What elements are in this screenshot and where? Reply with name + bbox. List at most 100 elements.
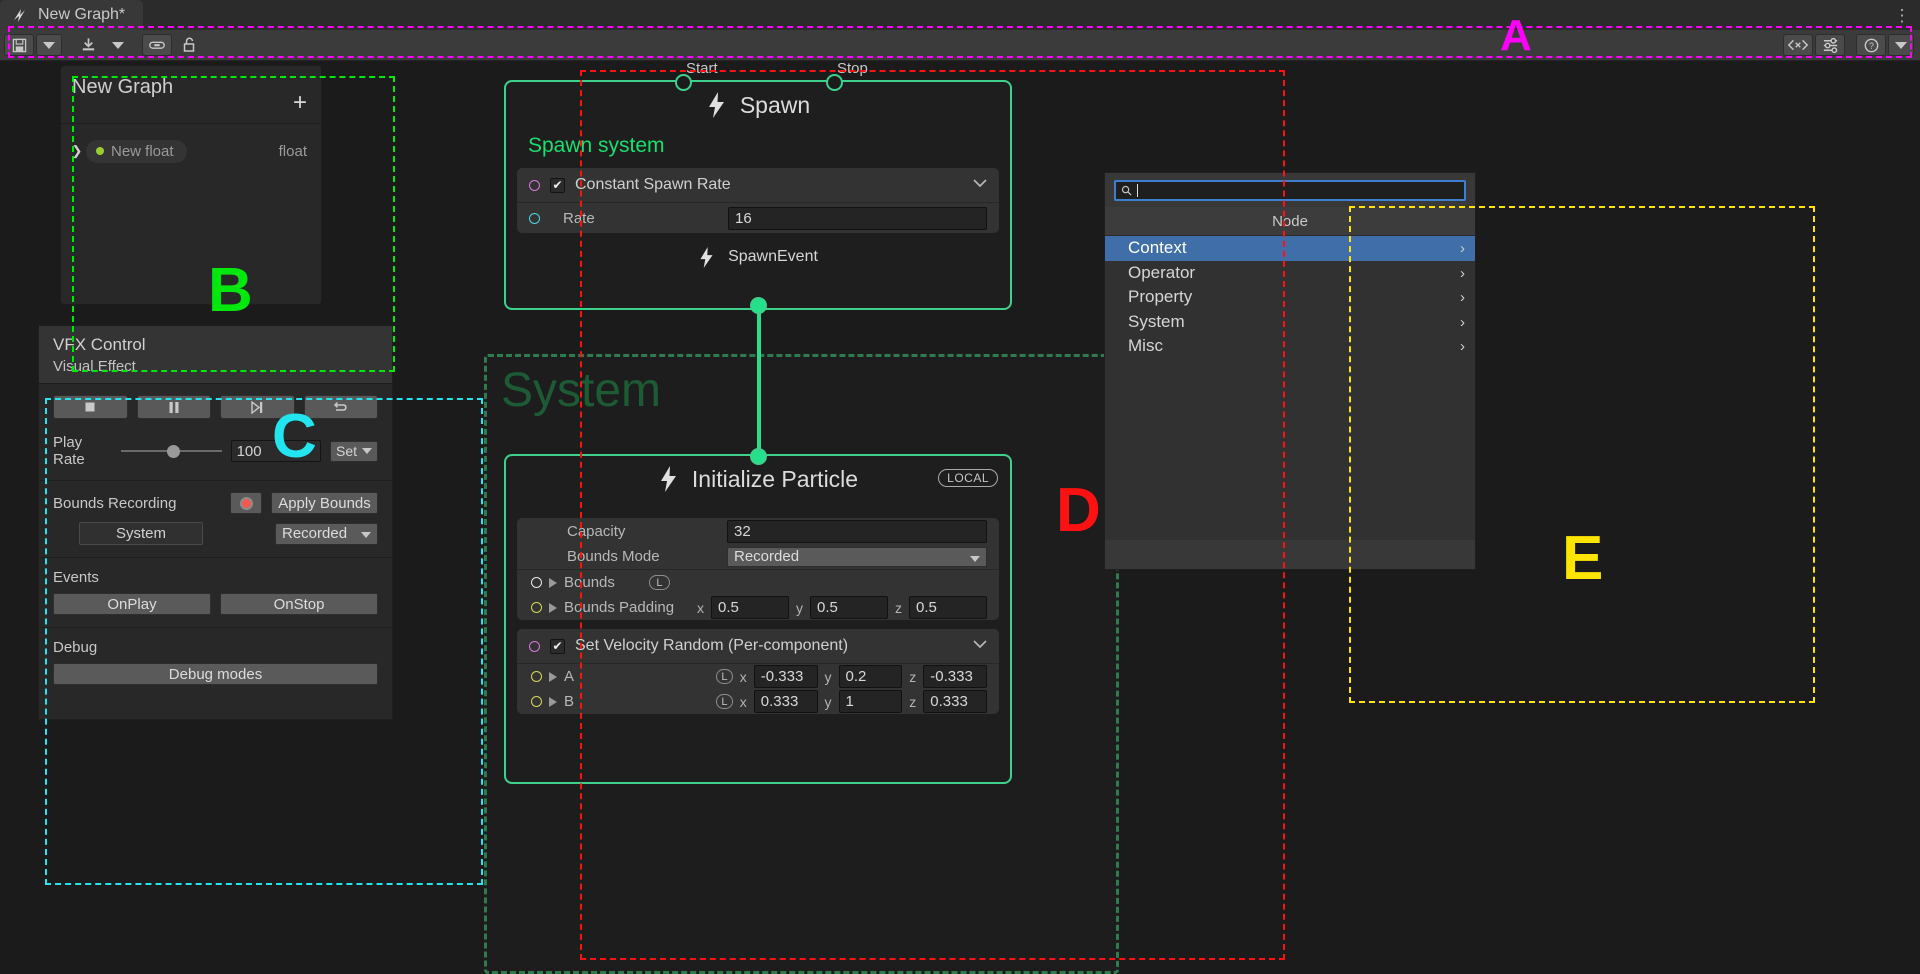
bounds-mode-dropdown[interactable]: Recorded (727, 546, 987, 567)
chevron-right-icon: › (1460, 289, 1465, 306)
block-enable-checkbox[interactable]: ✔ (550, 177, 565, 193)
blackboard-panel[interactable]: New Graph + ❯ New float float (60, 65, 322, 305)
bounds-padding-input-port[interactable] (531, 602, 542, 613)
bounds-padding-row: Bounds Padding x 0.5 y 0.5 z 0.5 (517, 595, 999, 620)
initialize-particle-node[interactable]: Initialize Particle LOCAL Capacity 32 Bo… (504, 454, 1012, 784)
graph-canvas[interactable]: System Start Stop Spawn Spawn system ✔ C… (396, 60, 1920, 974)
expand-triangle-icon[interactable] (549, 602, 557, 613)
bounds-mode-dropdown[interactable]: Recorded (275, 522, 378, 545)
padding-z-input[interactable]: 0.5 (909, 596, 987, 619)
spawn-node-title: Spawn (506, 82, 1010, 128)
blackboard-toggle-button[interactable] (1783, 34, 1813, 56)
a-z-input[interactable]: -0.333 (923, 665, 987, 688)
block-enable-checkbox[interactable]: ✔ (550, 638, 565, 654)
pause-button[interactable] (136, 395, 211, 419)
a-input-port[interactable] (531, 671, 542, 682)
space-badge[interactable]: LOCAL (938, 469, 998, 487)
parameters-toggle-button[interactable] (1815, 34, 1845, 56)
node-menu-header: Node (1105, 207, 1475, 236)
flow-wire (757, 304, 761, 459)
rate-input-port[interactable] (529, 212, 540, 224)
set-velocity-random-block[interactable]: ✔ Set Velocity Random (Per-component) A … (517, 629, 999, 714)
b-z-input[interactable]: 0.333 (923, 690, 987, 713)
block-header[interactable]: ✔ Constant Spawn Rate (517, 168, 999, 202)
chevron-right-icon: › (1460, 240, 1465, 257)
stop-button[interactable] (53, 395, 128, 419)
bounds-input-port[interactable] (531, 577, 542, 588)
slider-knob[interactable] (167, 445, 181, 458)
plus-icon[interactable]: + (293, 91, 307, 115)
padding-y-input[interactable]: 0.5 (810, 596, 888, 619)
stop-port-label: Stop (837, 60, 868, 77)
node-menu-item-context[interactable]: Context › (1105, 236, 1475, 261)
a-x-input[interactable]: -0.333 (753, 665, 818, 688)
block-header[interactable]: ✔ Set Velocity Random (Per-component) (517, 629, 999, 663)
initialize-node-name: Initialize Particle (691, 465, 859, 492)
a-space-badge[interactable]: L (716, 669, 733, 684)
spawn-start-port[interactable] (675, 74, 692, 91)
node-menu-item-property[interactable]: Property › (1105, 285, 1475, 310)
blackboard-parameter-row[interactable]: ❯ New float float (61, 136, 321, 166)
vfx-control-header: VFX Control Visual Effect (39, 326, 392, 384)
chevron-down-icon[interactable] (973, 179, 987, 188)
spawn-stop-port[interactable] (826, 74, 843, 91)
node-menu-list[interactable]: Context › Operator › Property › System ›… (1105, 236, 1475, 540)
initialize-input-port[interactable] (750, 448, 767, 465)
node-menu-item-system[interactable]: System › (1105, 310, 1475, 335)
a-y-input[interactable]: 0.2 (838, 665, 903, 688)
constant-spawn-rate-block[interactable]: ✔ Constant Spawn Rate Rate 16 (517, 168, 999, 233)
help-button[interactable]: ? (1856, 34, 1886, 56)
node-search-input[interactable] (1114, 180, 1466, 201)
padding-x-input[interactable]: 0.5 (711, 596, 789, 619)
block-input-port[interactable] (529, 179, 540, 191)
lightning-bolt-icon (706, 92, 727, 118)
capacity-input[interactable]: 32 (727, 519, 987, 543)
rate-input[interactable]: 16 (728, 206, 987, 230)
graph-tab[interactable]: New Graph* (0, 0, 144, 30)
b-input-port[interactable] (531, 696, 542, 707)
padding-y-label: y (796, 599, 803, 616)
chevron-right-icon[interactable]: ❯ (68, 143, 86, 159)
sliders-icon (1823, 37, 1837, 53)
block-input-port[interactable] (529, 640, 540, 652)
play-rate-label: Play Rate (53, 434, 85, 468)
play-rate-slider[interactable] (121, 444, 222, 458)
step-button[interactable] (220, 395, 295, 419)
debug-modes-button[interactable]: Debug modes (53, 663, 378, 685)
lock-open-icon (183, 37, 195, 52)
play-rate-set-button[interactable]: Set (329, 440, 378, 462)
item-label: Property (1128, 287, 1193, 307)
node-menu-item-misc[interactable]: Misc › (1105, 334, 1475, 359)
system-button[interactable]: System (79, 522, 203, 545)
save-button[interactable] (4, 34, 34, 56)
b-y-input[interactable]: 1 (838, 690, 903, 713)
kebab-menu-icon[interactable]: ⋮ (1894, 2, 1911, 28)
play-rate-input[interactable]: 100 (230, 440, 321, 462)
spawn-event-output-port[interactable] (750, 297, 767, 314)
compile-dropdown-button[interactable] (105, 34, 131, 56)
parameter-pill[interactable]: New float (86, 139, 187, 163)
bounds-space-badge[interactable]: L (648, 575, 670, 590)
save-dropdown-button[interactable] (36, 34, 62, 56)
bounds-record-toggle[interactable] (230, 492, 262, 514)
lock-button[interactable] (174, 34, 204, 56)
bounds-recording-row: Bounds Recording Apply Bounds (53, 492, 378, 514)
expand-triangle-icon[interactable] (549, 696, 557, 707)
on-stop-button[interactable]: OnStop (220, 593, 378, 615)
spawn-node[interactable]: Spawn Spawn system ✔ Constant Spawn Rate… (504, 80, 1012, 310)
chevron-down-icon (43, 41, 55, 49)
b-space-badge[interactable]: L (716, 694, 733, 709)
auto-attach-button[interactable] (142, 34, 172, 56)
node-menu-item-operator[interactable]: Operator › (1105, 261, 1475, 286)
chevron-down-icon[interactable] (973, 640, 987, 649)
b-x-input[interactable]: 0.333 (753, 690, 818, 713)
expand-triangle-icon[interactable] (549, 577, 557, 588)
expand-triangle-icon[interactable] (549, 671, 557, 682)
help-dropdown-button[interactable] (1888, 34, 1914, 56)
node-search-menu[interactable]: Node Context › Operator › Property › Sys… (1104, 172, 1476, 570)
restart-button[interactable] (303, 395, 378, 419)
apply-bounds-button[interactable]: Apply Bounds (271, 492, 378, 514)
chevron-right-icon: › (1460, 313, 1465, 331)
on-play-button[interactable]: OnPlay (53, 593, 211, 615)
compile-button[interactable] (73, 34, 103, 56)
